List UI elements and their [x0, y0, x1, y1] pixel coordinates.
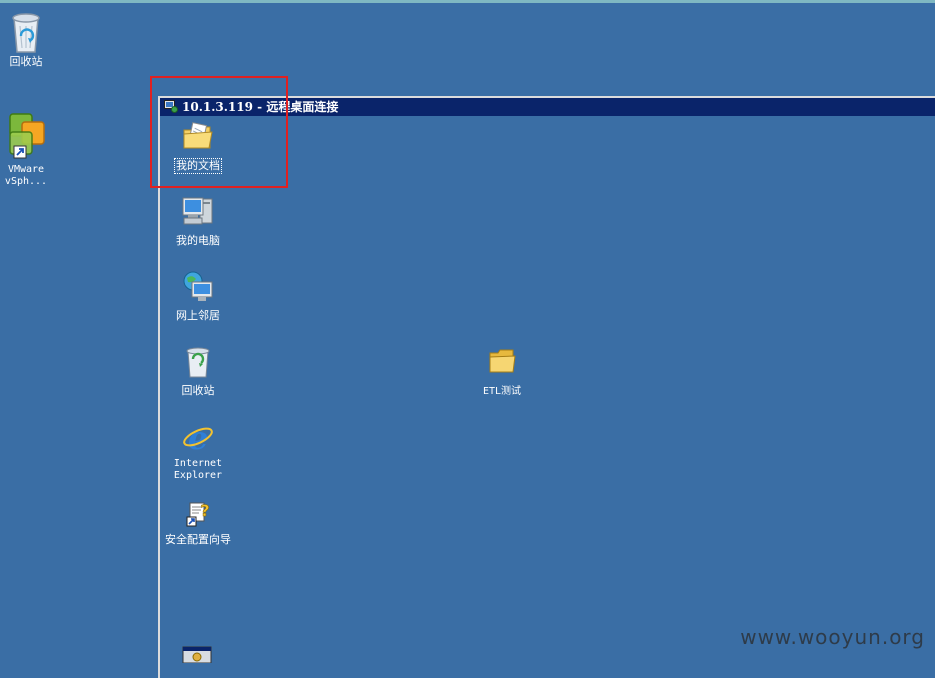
network-globe-icon [181, 270, 215, 304]
svg-text:e: e [188, 420, 208, 454]
recycle-bin-icon [181, 345, 215, 379]
top-strip [0, 0, 935, 3]
rdp-icon-security-wizard-label: 安全配置向导 [165, 533, 231, 546]
internet-explorer-icon: e [181, 419, 215, 457]
rdp-icon-network-places-label: 网上邻居 [176, 309, 220, 322]
host-vmware-label: VMware vSph... [4, 164, 48, 187]
host-recycle-bin-label: 回收站 [9, 55, 43, 68]
rdp-icon-my-computer-label: 我的电脑 [176, 234, 220, 247]
host-recycle-bin[interactable]: 回收站 [0, 10, 58, 68]
svg-text:?: ? [200, 501, 209, 520]
rdp-icon-my-computer[interactable]: 我的电脑 [156, 195, 240, 248]
rdp-icon-network-places[interactable]: 网上邻居 [156, 270, 240, 323]
watermark: www.wooyun.org [740, 625, 925, 649]
folder-icon [485, 345, 519, 379]
rdp-icon-etl-folder-label: ETL测试 [482, 386, 522, 397]
computer-icon [181, 195, 215, 229]
rdp-icon-recycle-bin-label: 回收站 [181, 384, 215, 397]
rdp-icon-recycle-bin[interactable]: 回收站 [156, 345, 240, 398]
rdp-icon-internet-explorer[interactable]: e Internet Explorer [156, 419, 240, 483]
rdp-icon-security-wizard[interactable]: ? 安全配置向导 [156, 500, 240, 547]
window-app-icon [181, 646, 215, 664]
host-vmware[interactable]: VMware vSph... [0, 112, 58, 188]
rdp-icon-partial[interactable] [156, 646, 240, 664]
highlight-annotation-box [150, 76, 288, 188]
rdp-icon-internet-explorer-label: Internet Explorer [173, 458, 223, 481]
rdp-icon-etl-folder[interactable]: ETL测试 [460, 345, 544, 399]
vmware-icon [6, 112, 46, 162]
security-wizard-icon: ? [181, 500, 215, 528]
recycle-bin-icon [6, 10, 46, 54]
